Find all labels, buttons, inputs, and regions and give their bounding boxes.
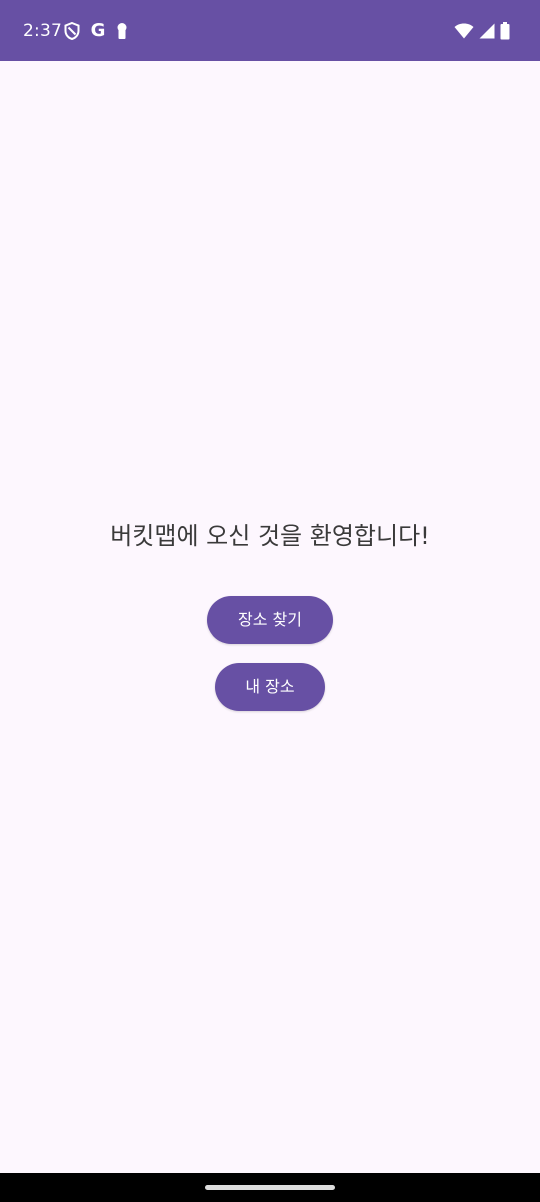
- keyhole-icon: [116, 22, 128, 40]
- status-time: 2:37: [23, 21, 62, 41]
- google-icon: G: [90, 20, 106, 41]
- status-right-icons: [454, 20, 510, 42]
- vpn-shield-icon: [64, 22, 80, 40]
- main-content: 버킷맵에 오신 것을 환영합니다! 장소 찾기 내 장소: [0, 61, 540, 1173]
- status-left-icons: G: [64, 20, 128, 42]
- home-gesture-handle[interactable]: [205, 1185, 335, 1190]
- status-bar: 2:37 G: [0, 0, 540, 61]
- find-places-button[interactable]: 장소 찾기: [207, 596, 333, 644]
- navigation-bar: [0, 1173, 540, 1202]
- battery-icon: [500, 22, 510, 40]
- cellular-signal-icon: [479, 23, 495, 39]
- my-places-button[interactable]: 내 장소: [215, 663, 325, 711]
- welcome-text: 버킷맵에 오신 것을 환영합니다!: [110, 522, 430, 550]
- wifi-icon: [454, 23, 474, 39]
